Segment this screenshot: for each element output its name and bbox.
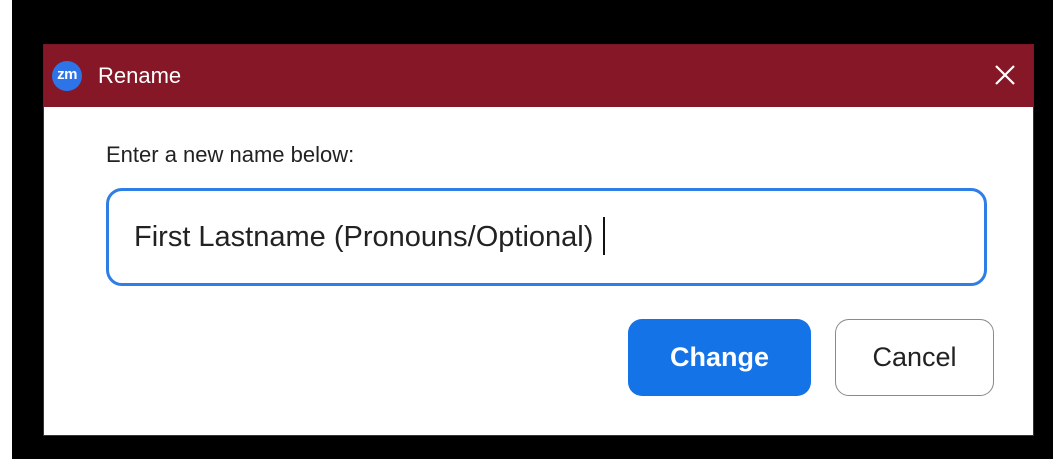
name-input-value: First Lastname (Pronouns/Optional) bbox=[134, 221, 594, 253]
close-icon bbox=[995, 65, 1015, 85]
title-bar: zm Rename bbox=[44, 45, 1033, 107]
cancel-button[interactable]: Cancel bbox=[835, 319, 994, 396]
background-strip bbox=[0, 0, 12, 459]
close-button[interactable] bbox=[987, 57, 1023, 93]
name-input[interactable]: First Lastname (Pronouns/Optional) bbox=[106, 188, 987, 286]
change-button[interactable]: Change bbox=[628, 319, 811, 396]
text-caret bbox=[603, 217, 606, 256]
rename-dialog: zm Rename Enter a new name below: First … bbox=[43, 44, 1034, 436]
window-title: Rename bbox=[98, 63, 182, 88]
prompt-label: Enter a new name below: bbox=[106, 142, 355, 167]
zoom-app-icon: zm bbox=[52, 61, 82, 91]
